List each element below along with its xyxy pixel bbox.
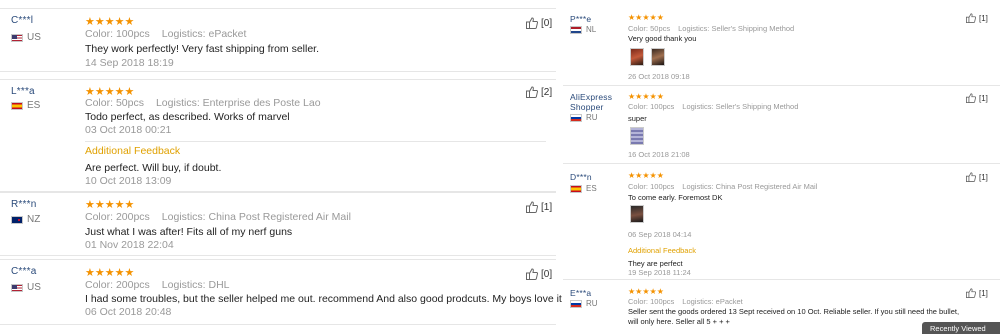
rating-stars: ★★★★★ (628, 13, 664, 22)
review-photo[interactable] (630, 127, 644, 145)
additional-feedback-date: 10 Oct 2018 13:09 (85, 175, 172, 187)
helpful-button[interactable]: [1] (526, 201, 552, 213)
review-date: 06 Oct 2018 20:48 (85, 306, 172, 318)
flag-icon (11, 283, 23, 292)
rating-stars: ★★★★★ (628, 92, 664, 101)
review-date: 06 Sep 2018 04:14 (628, 230, 692, 239)
reviews-panel-left: C***l US ★★★★★ Color: 100pcs Logistics: e… (0, 0, 562, 334)
review-text: Very good thank you (628, 34, 697, 43)
thumbs-up-icon (526, 268, 538, 280)
review-text: I had some troubles, but the seller help… (85, 293, 562, 305)
additional-feedback-date: 19 Sep 2018 11:24 (628, 268, 691, 277)
thumbs-up-icon (966, 172, 976, 182)
review-photo[interactable] (651, 48, 665, 66)
order-info: Color: 200pcs Logistics: China Post Regis… (85, 211, 351, 223)
reviewer-country: ES (11, 100, 40, 111)
flag-icon (11, 101, 23, 110)
review-item: R***n NZ ★★★★★ Color: 200pcs Logistics: C… (0, 192, 556, 256)
helpful-button[interactable]: [2] (526, 86, 552, 98)
reviewer-name[interactable]: D***n (570, 172, 592, 182)
order-info: Color: 100pcs Logistics: China Post Regis… (628, 182, 818, 191)
rating-stars: ★★★★★ (628, 171, 664, 180)
rating-stars: ★★★★★ (628, 287, 664, 296)
reviewer-country: NZ (11, 214, 40, 225)
thumbs-up-icon (966, 13, 976, 23)
review-text: Just what I was after! Fits all of my ne… (85, 226, 293, 238)
review-item: C***l US ★★★★★ Color: 100pcs Logistics: e… (0, 8, 556, 72)
review-text: Seller sent the goods ordered 13 Sept re… (628, 307, 960, 326)
reviewer-name[interactable]: C***l (11, 15, 33, 26)
review-item: C***a US ★★★★★ Color: 200pcs Logistics: D… (0, 259, 562, 325)
reviewer-country: NL (570, 25, 596, 34)
reviewer-name[interactable]: AliExpress Shopper (570, 92, 625, 112)
reviews-panel-right: P***e NL ★★★★★ Color: 50pcs Logistics: Se… (563, 0, 1000, 334)
review-text: To come early. Foremost DK (628, 193, 723, 202)
reviewer-country: US (11, 282, 41, 293)
review-text: super (628, 114, 647, 123)
recently-viewed-tab[interactable]: Recently Viewed (922, 322, 1000, 334)
reviewer-country: RU (570, 299, 598, 308)
review-photo[interactable] (630, 48, 644, 66)
helpful-button[interactable]: [1] (966, 93, 988, 103)
reviewer-country: US (11, 32, 41, 43)
reviewer-name[interactable]: E***a (570, 288, 591, 298)
thumbs-up-icon (526, 17, 538, 29)
order-info: Color: 200pcs Logistics: DHL (85, 279, 230, 291)
review-date: 03 Oct 2018 00:21 (85, 124, 172, 136)
reviewer-name[interactable]: C***a (11, 266, 36, 277)
flag-icon (11, 215, 23, 224)
additional-feedback-label: Additional Feedback (85, 145, 181, 157)
review-date: 26 Oct 2018 09:18 (628, 72, 690, 81)
thumbs-up-icon (526, 86, 538, 98)
additional-feedback-label: Additional Feedback (628, 246, 696, 255)
review-item: D***n ES ★★★★★ Color: 100pcs Logistics: C… (563, 164, 1000, 280)
rating-stars: ★★★★★ (85, 199, 135, 211)
flag-icon (570, 113, 582, 122)
review-date: 16 Oct 2018 21:08 (628, 150, 690, 159)
helpful-button[interactable]: [1] (966, 288, 988, 298)
flag-icon (570, 25, 582, 34)
review-item: AliExpress Shopper RU ★★★★★ Color: 100pc… (563, 86, 1000, 164)
review-item: P***e NL ★★★★★ Color: 50pcs Logistics: Se… (563, 4, 1000, 86)
order-info: Color: 100pcs Logistics: ePacket (628, 297, 743, 306)
order-info: Color: 100pcs Logistics: Seller's Shippin… (628, 102, 799, 111)
thumbs-up-icon (966, 288, 976, 298)
order-info: Color: 100pcs Logistics: ePacket (85, 28, 247, 40)
review-text: They work perfectly! Very fast shipping … (85, 43, 320, 55)
rating-stars: ★★★★★ (85, 267, 135, 279)
review-text: Todo perfect, as described. Works of mar… (85, 111, 290, 123)
reviewer-country: ES (570, 184, 597, 193)
flag-icon (11, 33, 23, 42)
helpful-button[interactable]: [1] (966, 172, 988, 182)
helpful-button[interactable]: [0] (526, 268, 552, 280)
additional-feedback-text: Are perfect. Will buy, if doubt. (85, 162, 222, 174)
reviewer-name[interactable]: R***n (11, 199, 36, 210)
helpful-button[interactable]: [1] (966, 13, 988, 23)
reviewer-name[interactable]: P***e (570, 14, 591, 24)
review-item: L***a ES ★★★★★ Color: 50pcs Logistics: En… (0, 79, 556, 192)
flag-icon (570, 299, 582, 308)
order-info: Color: 50pcs Logistics: Seller's Shipping… (628, 24, 795, 33)
divider (85, 141, 546, 142)
thumbs-up-icon (526, 201, 538, 213)
order-info: Color: 50pcs Logistics: Enterprise des Po… (85, 97, 321, 109)
rating-stars: ★★★★★ (85, 16, 135, 28)
review-date: 14 Sep 2018 18:19 (85, 57, 174, 69)
thumbs-up-icon (966, 93, 976, 103)
reviewer-country: RU (570, 113, 598, 122)
reviewer-name[interactable]: L***a (11, 86, 35, 97)
review-date: 01 Nov 2018 22:04 (85, 239, 174, 251)
flag-icon (570, 184, 582, 193)
review-photo[interactable] (630, 205, 644, 223)
helpful-button[interactable]: [0] (526, 17, 552, 29)
